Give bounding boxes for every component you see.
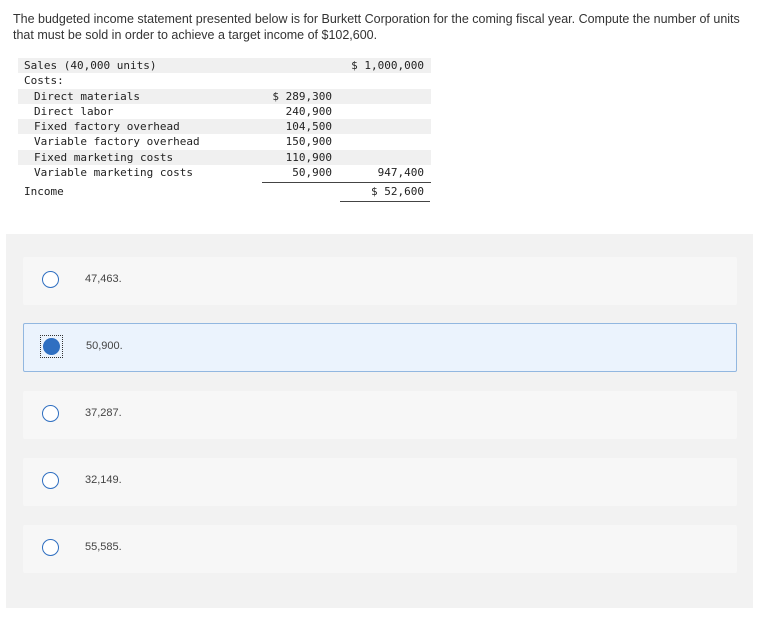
- subtotal-rule: [262, 182, 431, 184]
- income-double-rule: [340, 201, 430, 202]
- radio-button[interactable]: [42, 405, 59, 422]
- income-row: Income $ 52,600: [18, 184, 431, 199]
- radio-button[interactable]: [42, 472, 59, 489]
- answer-choice[interactable]: 32,149.: [23, 458, 737, 506]
- costs-total: 947,400: [377, 166, 424, 180]
- sales-total: $ 1,000,000: [351, 59, 424, 72]
- income-statement-table: Sales (40,000 units) $ 1,000,000 Costs: …: [18, 58, 431, 202]
- cost-label: Fixed factory overhead: [34, 120, 180, 134]
- question-text: The budgeted income statement presented …: [13, 12, 740, 42]
- cost-amount: 240,900: [285, 104, 332, 118]
- costs-header-row: Costs:: [18, 73, 431, 88]
- cost-amount: 110,900: [285, 150, 332, 164]
- cost-label: Variable marketing costs: [34, 166, 193, 180]
- cost-amount: 150,900: [285, 135, 332, 149]
- radio-button[interactable]: [42, 271, 59, 288]
- choice-label: 55,585.: [85, 541, 122, 553]
- answer-choice[interactable]: 55,585.: [23, 525, 737, 573]
- cost-row: Direct labor 240,900: [18, 104, 431, 119]
- sales-label: Sales (40,000 units): [24, 59, 157, 72]
- cost-row: Variable marketing costs 50,900 947,400: [18, 165, 431, 180]
- radio-button[interactable]: [42, 539, 59, 556]
- cost-amount: $ 289,300: [272, 89, 332, 103]
- cost-amount: 104,500: [285, 120, 332, 134]
- choice-label: 50,900.: [86, 340, 123, 352]
- answer-choice[interactable]: 47,463.: [23, 257, 737, 305]
- income-total: $ 52,600: [371, 185, 424, 199]
- cost-label: Direct labor: [34, 104, 114, 118]
- cost-amount: 50,900: [292, 166, 332, 180]
- cost-row: Direct materials $ 289,300: [18, 88, 431, 104]
- sales-row: Sales (40,000 units) $ 1,000,000: [18, 58, 431, 74]
- answer-choice-selected[interactable]: 50,900.: [23, 323, 737, 372]
- costs-label: Costs:: [24, 74, 64, 88]
- cost-row: Variable factory overhead 150,900: [18, 134, 431, 149]
- cost-label: Variable factory overhead: [34, 135, 200, 149]
- answer-choice[interactable]: 37,287.: [23, 391, 737, 439]
- choice-label: 47,463.: [85, 273, 122, 285]
- cost-row: Fixed marketing costs 110,900: [18, 149, 431, 166]
- cost-label: Direct materials: [34, 89, 140, 103]
- choice-label: 32,149.: [85, 474, 122, 486]
- cost-row: Fixed factory overhead 104,500: [18, 119, 431, 135]
- answer-choices-panel: 47,463. 50,900. 37,287. 32,149. 55,585.: [6, 234, 753, 608]
- cost-label: Fixed marketing costs: [34, 150, 174, 164]
- income-label: Income: [24, 185, 64, 199]
- radio-button-checked[interactable]: [43, 338, 60, 355]
- choice-label: 37,287.: [85, 407, 122, 419]
